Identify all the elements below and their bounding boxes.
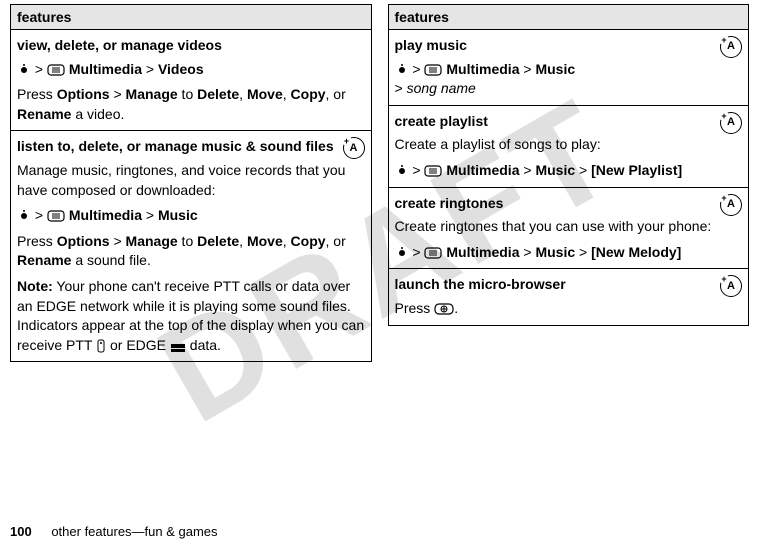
text-comma2: , xyxy=(283,233,291,249)
right-header: features xyxy=(389,5,749,30)
path-videos: Videos xyxy=(158,61,204,77)
menu-key-icon xyxy=(424,63,442,77)
note-body2: or EDGE xyxy=(106,337,170,353)
text-press: Press xyxy=(395,300,435,316)
text-asound: a sound file. xyxy=(71,252,150,268)
path-multimedia: Multimedia xyxy=(69,61,142,77)
text-or: , or xyxy=(326,233,346,249)
song-name: song name xyxy=(407,80,476,96)
right-column: features A play music > Multimedia > Mus… xyxy=(388,4,750,326)
left-section-videos: view, delete, or manage videos > Multime… xyxy=(11,30,371,131)
text-comma2: , xyxy=(283,86,291,102)
instruction-text: Press . xyxy=(395,299,743,319)
text-copy: Copy xyxy=(291,86,326,102)
badge-letter: A xyxy=(727,197,735,212)
operator-badge-icon: A xyxy=(720,36,742,58)
page-content: features view, delete, or manage videos … xyxy=(0,0,759,362)
ptt-indicator-icon xyxy=(96,339,106,353)
text-rename: Rename xyxy=(17,106,71,122)
section-title: view, delete, or manage videos xyxy=(17,36,365,56)
nav-path: > Multimedia > Videos xyxy=(17,60,365,80)
text-move: Move xyxy=(247,86,283,102)
text-press: Press xyxy=(17,86,57,102)
section-title: create playlist xyxy=(395,112,743,132)
badge-letter: A xyxy=(727,115,735,130)
text-options: Options xyxy=(57,233,110,249)
text-manage: Manage xyxy=(126,233,178,249)
path-multimedia: Multimedia xyxy=(446,162,519,178)
browser-key-icon xyxy=(434,302,454,316)
operator-badge-icon: A xyxy=(343,137,365,159)
badge-letter: A xyxy=(350,141,358,156)
text-comma: , xyxy=(239,233,247,249)
center-key-icon xyxy=(17,63,31,77)
section-title: launch the micro-browser xyxy=(395,275,743,295)
section-title: play music xyxy=(395,36,743,56)
text-avideo: a video. xyxy=(71,106,124,122)
text-comma: , xyxy=(239,86,247,102)
left-header: features xyxy=(11,5,371,30)
path-multimedia: Multimedia xyxy=(446,244,519,260)
center-key-icon xyxy=(395,246,409,260)
nav-path: > Multimedia > Music xyxy=(17,206,365,226)
note-text: Note: Your phone can't receive PTT calls… xyxy=(17,277,365,355)
path-new-playlist: [New Playlist] xyxy=(591,162,682,178)
center-key-icon xyxy=(395,63,409,77)
text-to: to xyxy=(178,233,197,249)
text-options: Options xyxy=(57,86,110,102)
text-copy: Copy xyxy=(291,233,326,249)
description-text: Create ringtones that you can use with y… xyxy=(395,217,743,237)
text-period: . xyxy=(454,300,458,316)
description-text: Manage music, ringtones, and voice recor… xyxy=(17,161,365,200)
text-delete: Delete xyxy=(197,233,239,249)
badge-letter: A xyxy=(727,279,735,294)
note-label: Note: xyxy=(17,278,53,294)
text-to: to xyxy=(178,86,197,102)
text-gt: > xyxy=(110,86,126,102)
right-section-playlist: A create playlist Create a playlist of s… xyxy=(389,106,749,188)
operator-badge-icon: A xyxy=(720,194,742,216)
left-section-music: A listen to, delete, or manage music & s… xyxy=(11,131,371,361)
operator-badge-icon: A xyxy=(720,112,742,134)
menu-key-icon xyxy=(47,63,65,77)
text-gt: > xyxy=(110,233,126,249)
text-manage: Manage xyxy=(126,86,178,102)
menu-key-icon xyxy=(424,164,442,178)
section-title: listen to, delete, or manage music & sou… xyxy=(17,137,365,157)
right-section-play-music: A play music > Multimedia > Music > song… xyxy=(389,30,749,106)
badge-letter: A xyxy=(727,39,735,54)
page-number: 100 xyxy=(10,524,32,539)
menu-key-icon xyxy=(47,209,65,223)
left-column: features view, delete, or manage videos … xyxy=(10,4,372,362)
gt2: > xyxy=(395,80,407,96)
center-key-icon xyxy=(395,164,409,178)
center-key-icon xyxy=(17,209,31,223)
note-body3: data. xyxy=(186,337,221,353)
path-music: Music xyxy=(158,207,198,223)
path-multimedia: Multimedia xyxy=(69,207,142,223)
nav-path: > Multimedia > Music > song name xyxy=(395,60,743,99)
text-move: Move xyxy=(247,233,283,249)
edge-indicator-icon xyxy=(170,343,186,353)
path-music: Music xyxy=(535,162,575,178)
description-text: Create a playlist of songs to play: xyxy=(395,135,743,155)
path-music: Music xyxy=(535,61,575,77)
nav-path: > Multimedia > Music > [New Playlist] xyxy=(395,161,743,181)
nav-path: > Multimedia > Music > [New Melody] xyxy=(395,243,743,263)
instruction-text: Press Options > Manage to Delete, Move , … xyxy=(17,85,365,124)
footer-text: other features—fun & games xyxy=(51,524,217,539)
text-rename: Rename xyxy=(17,252,71,268)
path-music: Music xyxy=(535,244,575,260)
text-or: , or xyxy=(326,86,346,102)
path-multimedia: Multimedia xyxy=(446,61,519,77)
page-footer: 100 other features—fun & games xyxy=(10,524,218,539)
text-delete: Delete xyxy=(197,86,239,102)
instruction-text: Press Options > Manage to Delete, Move , … xyxy=(17,232,365,271)
path-new-melody: [New Melody] xyxy=(591,244,681,260)
text-press: Press xyxy=(17,233,57,249)
right-section-browser: A launch the micro-browser Press . xyxy=(389,269,749,324)
right-section-ringtones: A create ringtones Create ringtones that… xyxy=(389,188,749,270)
menu-key-icon xyxy=(424,246,442,260)
section-title: create ringtones xyxy=(395,194,743,214)
